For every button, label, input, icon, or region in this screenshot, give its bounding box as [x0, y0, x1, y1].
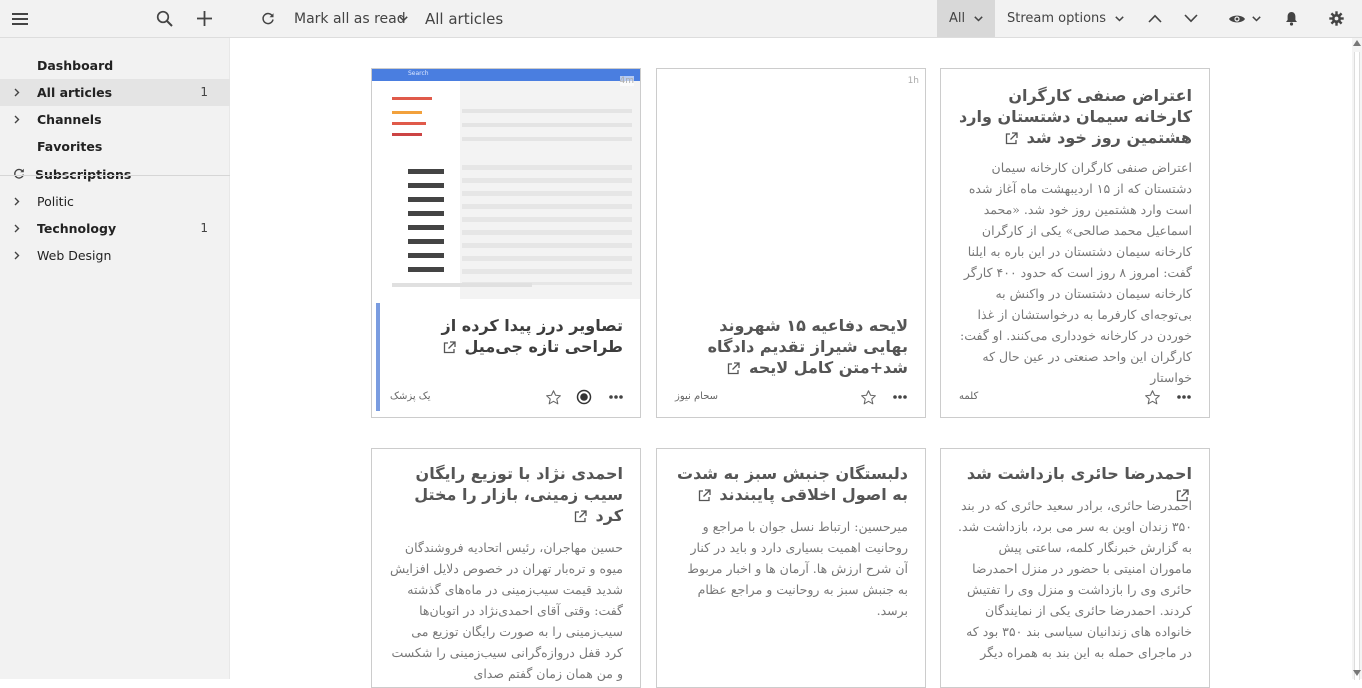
article-title-container[interactable]: دلبستگان جنبش سبز به شدت به اصول اخلاقی … — [674, 463, 908, 505]
article-card[interactable]: احمدی نژاد با توزیع رایگان سیب زمینی، با… — [371, 448, 641, 688]
chevron-right-icon[interactable] — [14, 115, 20, 124]
article-title[interactable]: احمدرضا حائری بازداشت شد — [967, 464, 1192, 483]
article-card[interactable]: 1h لایحه دفاعیه ۱۵ شهروند بهایی شیراز تق… — [656, 68, 926, 418]
chevron-down-icon — [974, 15, 983, 22]
more-options-icon[interactable] — [893, 395, 907, 399]
notifications-bell-icon[interactable] — [1282, 0, 1300, 37]
sidebar-item-technology[interactable]: Technology 1 — [0, 215, 230, 242]
unread-count: 1 — [200, 221, 208, 235]
add-subscription-icon[interactable] — [192, 0, 216, 37]
scroll-down-arrow-icon[interactable] — [1353, 670, 1361, 676]
filter-label: All — [948, 11, 966, 26]
article-footer: یک پزشک — [372, 379, 640, 417]
star-icon[interactable] — [860, 389, 877, 406]
article-source[interactable]: سحام نیوز — [675, 391, 718, 402]
next-article-icon[interactable] — [1181, 0, 1201, 37]
sidebar-item-label: All articles — [37, 85, 113, 100]
chevron-right-icon[interactable] — [14, 224, 20, 233]
article-age: 4m — [619, 76, 634, 86]
article-title-container[interactable]: لایحه دفاعیه ۱۵ شهروند بهایی شیراز تقدیم… — [674, 315, 908, 378]
star-icon[interactable] — [545, 389, 562, 406]
sidebar-item-politic[interactable]: Politic — [0, 188, 230, 215]
sidebar-item-web-design[interactable]: Web Design — [0, 242, 230, 269]
search-icon[interactable] — [152, 0, 176, 37]
article-summary: احمدرضا حائری، برادر سعید حائری که در بن… — [958, 498, 1192, 660]
mark-all-as-read-button[interactable]: Mark all as read — [294, 0, 406, 37]
article-card[interactable]: دلبستگان جنبش سبز به شدت به اصول اخلاقی … — [656, 448, 926, 688]
article-summary: اعتراض صنفی کارگران کارخانه سیمان دشتستا… — [960, 160, 1192, 385]
filter-dropdown[interactable]: All — [937, 0, 995, 37]
external-link-icon[interactable] — [1005, 132, 1018, 145]
chevron-down-icon — [1115, 15, 1124, 22]
article-footer: کلمه — [941, 379, 1209, 417]
thumbnail-search-placeholder: Search — [408, 70, 429, 77]
more-options-icon[interactable] — [609, 395, 623, 399]
stream-options-button[interactable]: Stream options — [1007, 0, 1124, 37]
sidebar-item-label: Technology — [37, 221, 117, 236]
unread-count: 1 — [200, 85, 208, 99]
sidebar-item-label: Dashboard — [37, 58, 114, 73]
eye-icon — [1228, 15, 1245, 22]
refresh-subscriptions-icon[interactable] — [13, 168, 25, 180]
mark-read-circle-icon[interactable] — [576, 389, 592, 405]
view-mode-dropdown[interactable] — [1226, 0, 1262, 37]
article-title[interactable]: تصاویر درز پیدا کرده از طراحی تازه جی‌می… — [442, 316, 623, 356]
article-summary: میرحسین: ارتباط نسل جوان با مراجع و روحا… — [687, 519, 908, 618]
thumbnail-search-bar: Search — [372, 69, 640, 81]
article-footer: سحام نیوز — [657, 379, 925, 417]
chevron-down-icon — [1251, 15, 1261, 22]
mark-read-dropdown-icon[interactable] — [396, 0, 410, 37]
article-source[interactable]: کلمه — [959, 391, 978, 402]
sidebar-item-all-articles[interactable]: All articles 1 — [0, 79, 230, 106]
menu-icon[interactable] — [8, 0, 32, 37]
sidebar-item-label: Channels — [37, 112, 102, 127]
chevron-right-icon[interactable] — [14, 88, 20, 97]
article-card[interactable]: احمدرضا حائری بازداشت شد احمدرضا حائری، … — [940, 448, 1210, 688]
article-source[interactable]: یک پزشک — [390, 391, 431, 402]
sidebar: Dashboard All articles 1 Channels Favori… — [0, 38, 230, 679]
chevron-right-icon[interactable] — [14, 251, 20, 260]
sidebar-item-label: Politic — [37, 194, 74, 209]
refresh-icon[interactable] — [258, 0, 278, 37]
external-link-icon[interactable] — [574, 510, 587, 523]
article-title[interactable]: اعتراض صنفی کارگران کارخانه سیمان دشتستا… — [959, 86, 1192, 147]
article-title[interactable]: احمدی نژاد با توزیع رایگان سیب زمینی، با… — [414, 464, 623, 525]
subscriptions-divider — [0, 175, 230, 176]
stream-options-label: Stream options — [1007, 11, 1107, 26]
sidebar-item-dashboard[interactable]: Dashboard — [0, 52, 230, 79]
external-link-icon[interactable] — [727, 362, 741, 375]
article-title-container[interactable]: احمدی نژاد با توزیع رایگان سیب زمینی، با… — [389, 463, 623, 526]
view-title: All articles — [425, 9, 504, 28]
sidebar-item-favorites[interactable]: Favorites — [0, 133, 230, 160]
article-summary: حسین مهاجران، رئیس اتحادیه فروشندگان میو… — [390, 540, 623, 681]
sidebar-item-label: Favorites — [37, 139, 103, 154]
external-link-icon[interactable] — [698, 489, 711, 502]
article-title-container[interactable]: تصاویر درز پیدا کرده از طراحی تازه جی‌می… — [389, 315, 623, 357]
article-stream: Search 4m تصاویر درز پیدا کرده از طراحی … — [231, 38, 1352, 688]
article-title[interactable]: دلبستگان جنبش سبز به شدت به اصول اخلاقی … — [677, 464, 908, 504]
star-icon[interactable] — [1144, 389, 1161, 406]
previous-article-icon[interactable] — [1145, 0, 1165, 37]
article-age: 1h — [907, 76, 919, 86]
settings-gear-icon[interactable] — [1326, 0, 1346, 37]
article-card[interactable]: اعتراض صنفی کارگران کارخانه سیمان دشتستا… — [940, 68, 1210, 418]
article-card[interactable]: Search 4m تصاویر درز پیدا کرده از طراحی … — [371, 68, 641, 418]
sidebar-item-channels[interactable]: Channels — [0, 106, 230, 133]
external-link-icon[interactable] — [443, 341, 456, 354]
article-thumbnail[interactable]: 1h — [657, 69, 925, 299]
article-title-container[interactable]: اعتراض صنفی کارگران کارخانه سیمان دشتستا… — [958, 85, 1192, 148]
scrollbar-thumb[interactable] — [1354, 52, 1360, 680]
sidebar-item-label: Web Design — [37, 248, 112, 263]
scroll-up-arrow-icon[interactable] — [1353, 40, 1361, 46]
more-options-icon[interactable] — [1177, 395, 1191, 399]
article-thumbnail[interactable]: Search 4m — [372, 69, 640, 299]
chevron-right-icon[interactable] — [14, 197, 20, 206]
top-toolbar: Mark all as read All articles All Stream… — [0, 0, 1362, 38]
